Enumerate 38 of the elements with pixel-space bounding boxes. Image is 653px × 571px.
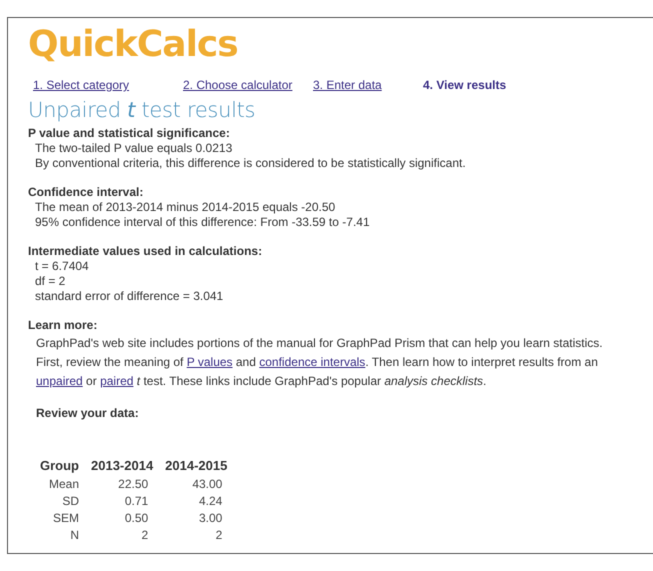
result-line: The mean of 2013-2014 minus 2014-2015 equals -20.50 xyxy=(35,200,336,215)
logo: QuickCalcs xyxy=(28,24,238,66)
table-cell-text: 43.00 xyxy=(191,476,224,493)
step-link[interactable]: 2. Choose calculator xyxy=(183,78,292,92)
step-link[interactable]: 3. Enter data xyxy=(313,78,382,92)
result-line: 95% confidence interval of this difference: From -33.59 to -7.41 xyxy=(35,215,370,230)
row-label: N xyxy=(69,527,80,544)
row-label: SEM xyxy=(52,510,80,527)
table-cell-text: 2 xyxy=(140,527,150,544)
text-link[interactable]: unpaired xyxy=(36,374,83,388)
section-heading: Intermediate values used in calculations: xyxy=(28,244,262,259)
result-line: By conventional criteria, this difference is considered to be statistically significant. xyxy=(35,156,466,171)
table-cell-text: 3.00 xyxy=(198,510,224,527)
section-heading: P value and statistical significance: xyxy=(28,126,230,141)
section-heading: Review your data: xyxy=(36,406,139,420)
row-label: Mean xyxy=(48,476,80,493)
section-heading: Confidence interval: xyxy=(28,185,144,200)
page-title: Unpaired t test results xyxy=(28,98,256,122)
result-line: standard error of difference = 3.041 xyxy=(35,289,224,304)
result-line: The two-tailed P value equals 0.0213 xyxy=(35,141,232,156)
table-cell-text: 0.71 xyxy=(124,493,150,510)
result-line: df = 2 xyxy=(35,274,66,289)
column-header: Group xyxy=(40,458,91,476)
text-link[interactable]: P values xyxy=(186,355,233,369)
row-label: SD xyxy=(61,493,80,510)
step-link[interactable]: 1. Select category xyxy=(33,78,130,92)
table-cell-text: 4.24 xyxy=(198,493,224,510)
column-header: 2014-2015 xyxy=(165,458,228,475)
learn-more-text: GraphPad's web site includes portions of the manual for GraphPad Prism that can help you learn statistics. First, review the meaning of P values and confidence intervals. Then learn how to interpret results from an unpaired or paired t test. These links include GraphPad's popular analysis checklists. xyxy=(36,335,604,390)
column-header: 2013-2014 xyxy=(91,458,154,475)
step-link[interactable]: 4. View results xyxy=(423,78,506,92)
table-cell-text: 22.50 xyxy=(117,476,150,493)
table-cell-text: 0.50 xyxy=(124,510,150,527)
section-heading: Learn more: xyxy=(28,318,98,333)
text-link[interactable]: confidence intervals xyxy=(259,355,366,369)
text-link[interactable]: paired xyxy=(100,374,134,388)
result-line: t = 6.7404 xyxy=(35,259,89,274)
table-cell-text: 2 xyxy=(214,527,224,544)
